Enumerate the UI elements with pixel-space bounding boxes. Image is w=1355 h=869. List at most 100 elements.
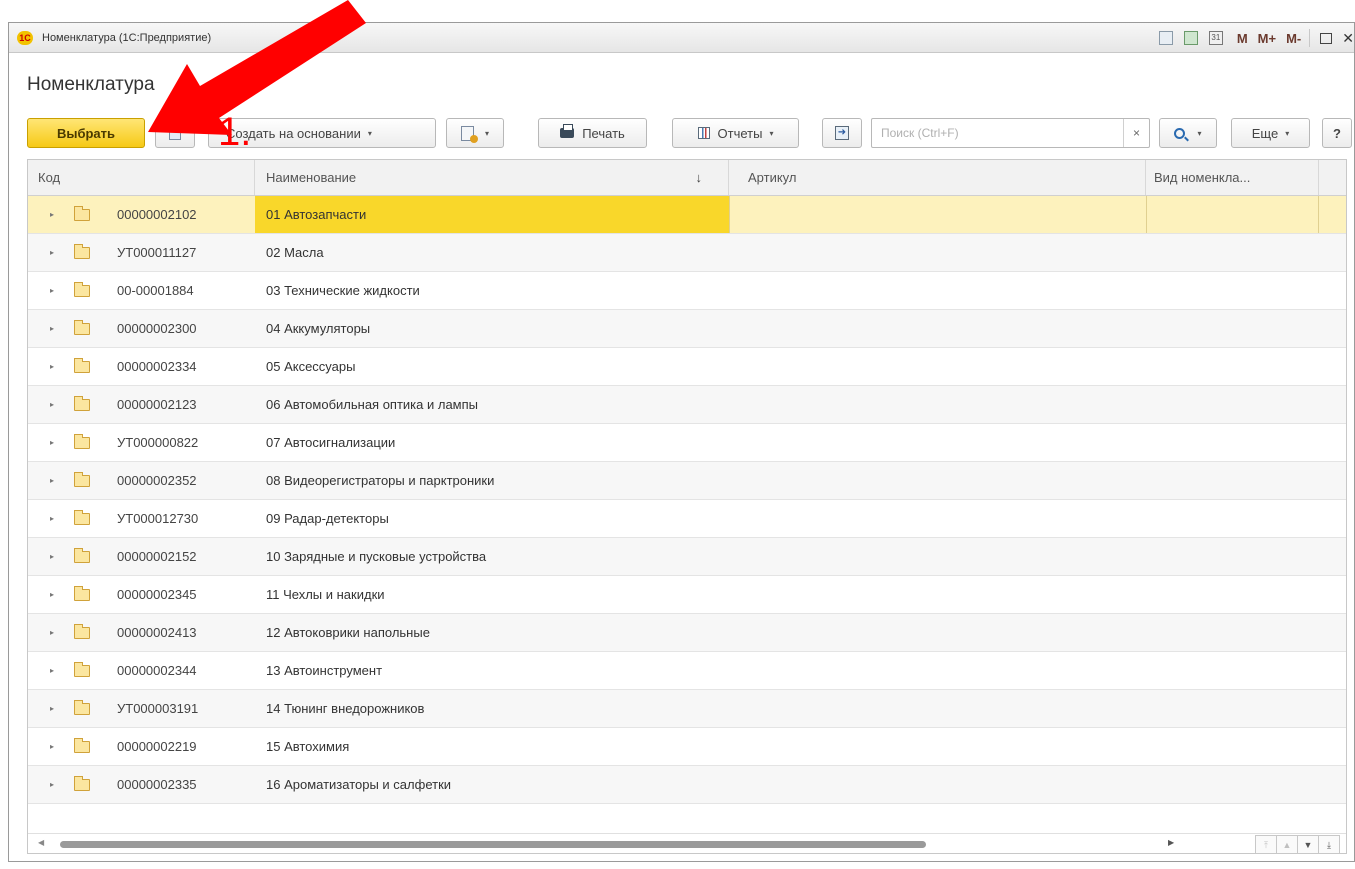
cell-code: 00000002345 [117,587,197,602]
expand-icon[interactable]: ▸ [50,196,60,233]
folder-icon [74,662,90,677]
help-button-label: ? [1333,125,1341,141]
expand-icon[interactable]: ▸ [50,728,60,765]
open-arrow-icon: ➜ [835,126,849,140]
cell-code: 00000002300 [117,321,197,336]
table-row[interactable]: ▸ 00000002219 15 Автохимия [28,728,1346,766]
help-button[interactable]: ? [1322,118,1352,148]
chevron-down-icon: ▾ [1197,128,1202,138]
cell-name: 15 Автохимия [266,739,350,754]
expand-icon[interactable]: ▸ [50,500,60,537]
expand-icon[interactable]: ▸ [50,386,60,423]
expand-icon[interactable]: ▸ [50,310,60,347]
cell-article [729,272,1146,309]
cell-name: 16 Ароматизаторы и салфетки [266,777,452,792]
memory-minus-button[interactable]: M- [1286,31,1301,46]
column-header-article[interactable]: Артикул [729,160,1146,195]
expand-icon[interactable]: ▸ [50,234,60,271]
cell-name: 08 Видеорегистраторы и парктроники [266,473,495,488]
cell-code: 00000002352 [117,473,197,488]
table-row[interactable]: ▸ УТ000012730 09 Радар-детекторы [28,500,1346,538]
title-bar-controls: 31 M M+ M- ✕ [1152,27,1354,49]
open-button[interactable]: ➜ [822,118,862,148]
cell-name: 09 Радар-детекторы [266,511,389,526]
go-to-first-icon[interactable]: ⤒ [1255,835,1277,853]
table-row[interactable]: ▸ 00-00001884 03 Технические жидкости [28,272,1346,310]
table-row[interactable]: ▸ УТ000000822 07 Автосигнализации [28,424,1346,462]
page-title: Номенклатура [27,74,155,95]
expand-icon[interactable]: ▸ [50,538,60,575]
cell-article [729,652,1146,689]
scrollbar-thumb[interactable] [60,841,926,848]
memory-m-button[interactable]: M [1237,31,1248,46]
column-header-kind[interactable]: Вид номенкла... [1146,160,1319,195]
expand-icon[interactable]: ▸ [50,462,60,499]
expand-icon[interactable]: ▸ [50,272,60,309]
expand-icon[interactable]: ▸ [50,766,60,803]
expand-icon[interactable]: ▸ [50,690,60,727]
cell-code: УТ000012730 [117,511,199,526]
chevron-down-icon: ▾ [769,128,774,138]
memory-plus-button[interactable]: M+ [1258,31,1276,46]
table-row[interactable]: ▸ 00000002334 05 Аксессуары [28,348,1346,386]
cell-kind [1146,500,1319,537]
column-header-code[interactable]: Код [28,160,255,195]
table-header: Код Наименование ↓ Артикул Вид номенкла.… [28,160,1346,196]
table-row[interactable]: ▸ 00000002413 12 Автоковрики напольные [28,614,1346,652]
table-row[interactable]: ▸ 00000002300 04 Аккумуляторы [28,310,1346,348]
calculator-icon[interactable] [1180,27,1202,49]
cell-name: 04 Аккумуляторы [266,321,371,336]
document-icon [169,126,181,140]
select-button[interactable]: Выбрать [27,118,145,148]
expand-icon[interactable]: ▸ [50,348,60,385]
maximize-icon[interactable] [1320,32,1333,44]
search-options-button[interactable]: ▾ [1159,118,1217,148]
scroll-left-icon[interactable]: ◀ [38,838,44,847]
print-button[interactable]: Печать [538,118,647,148]
go-to-last-icon[interactable]: ⤓ [1318,835,1340,853]
cell-article [729,576,1146,613]
expand-icon[interactable]: ▸ [50,424,60,461]
table-row[interactable]: ▸ 00000002335 16 Ароматизаторы и салфетки [28,766,1346,804]
folder-icon [74,738,90,753]
table-row[interactable]: ▸ 00000002352 08 Видеорегистраторы и паркт… [28,462,1346,500]
table-row[interactable]: ▸ 00000002344 13 Автоинструмент [28,652,1346,690]
column-header-name-label: Наименование [266,170,357,185]
cell-name: 10 Зарядные и пусковые устройства [266,549,487,564]
table-row[interactable]: ▸ УТ000003191 14 Тюнинг внедорожников [28,690,1346,728]
cell-name: 05 Аксессуары [266,359,356,374]
table-row[interactable]: ▸ 00000002345 11 Чехлы и накидки [28,576,1346,614]
attach-file-button[interactable]: ▾ [446,118,504,148]
clear-search-button[interactable]: × [1123,119,1149,147]
page-up-icon[interactable]: ▲ [1276,835,1298,853]
folder-icon [74,548,90,563]
expand-icon[interactable]: ▸ [50,614,60,651]
printer-icon[interactable] [1155,27,1177,49]
select-button-label: Выбрать [56,125,116,141]
table-row[interactable]: ▸ 00000002102 01 Автозапчасти [28,196,1346,234]
folder-icon [74,586,90,601]
reports-button-label: Отчеты [717,125,763,141]
more-button[interactable]: Еще ▾ [1231,118,1310,148]
search-field[interactable]: × [871,118,1150,148]
expand-icon[interactable]: ▸ [50,576,60,613]
column-header-name[interactable]: Наименование ↓ [255,160,729,195]
table-row[interactable]: ▸ УТ000011127 02 Масла [28,234,1346,272]
chevron-down-icon: ▾ [367,128,372,138]
cell-name: 01 Автозапчасти [255,196,729,233]
expand-icon[interactable]: ▸ [50,652,60,689]
page-down-icon[interactable]: ▼ [1297,835,1319,853]
horizontal-scrollbar[interactable]: ◀ ▶ ⤒ ▲ ▼ ⤓ [28,833,1346,853]
table-row[interactable]: ▸ 00000002123 06 Автомобильная оптика и ла… [28,386,1346,424]
cell-name: 02 Масла [266,245,324,260]
table-row[interactable]: ▸ 00000002152 10 Зарядные и пусковые устро… [28,538,1346,576]
search-input[interactable] [872,119,1120,147]
close-icon[interactable]: ✕ [1342,30,1354,47]
scroll-right-icon[interactable]: ▶ [1168,838,1174,847]
reports-button[interactable]: Отчеты ▾ [672,118,799,148]
folder-icon [74,320,90,335]
copy-button[interactable] [155,118,195,148]
folder-icon [74,776,90,791]
calendar-icon[interactable]: 31 [1205,27,1227,49]
cell-article [729,234,1146,271]
